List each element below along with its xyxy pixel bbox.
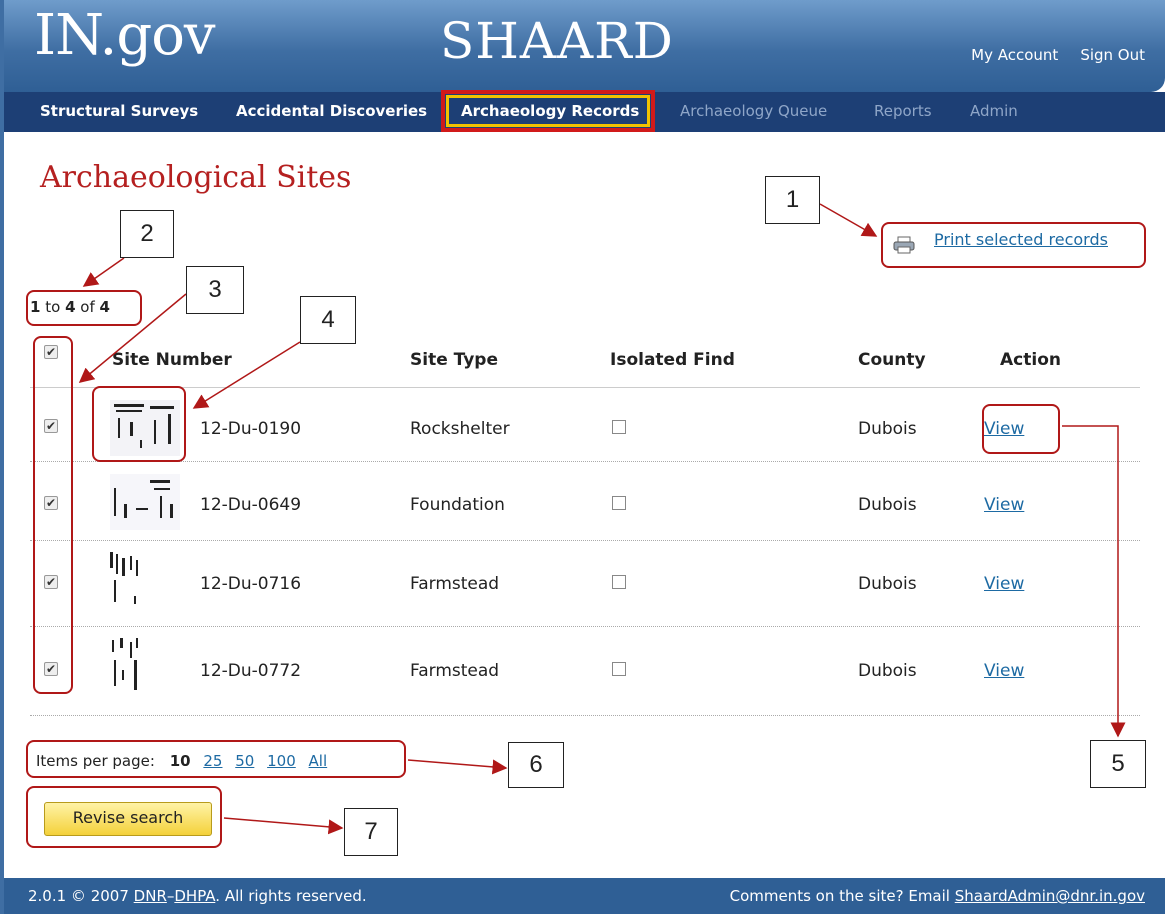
callout-7: 7 [344, 808, 398, 856]
footer-contact: Comments on the site? Email ShaardAdmin@… [730, 887, 1145, 905]
callout-6: 6 [508, 742, 564, 788]
footer: 2.0.1 © 2007 DNR–DHPA. All rights reserv… [4, 878, 1165, 914]
footer-dnr-link[interactable]: DNR [134, 887, 167, 905]
page: IN.gov SHAARD My Account Sign Out Struct… [0, 0, 1165, 914]
callout-3: 3 [186, 266, 244, 314]
callout-1: 1 [765, 176, 820, 224]
footer-rights: . All rights reserved. [215, 887, 367, 905]
footer-comments: Comments on the site? Email [729, 887, 950, 905]
callout-4: 4 [300, 296, 356, 344]
footer-email-link[interactable]: ShaardAdmin@dnr.in.gov [955, 887, 1145, 905]
callout-2: 2 [120, 210, 174, 258]
annotation-arrows [78, 203, 1126, 835]
callout-5: 5 [1090, 740, 1146, 788]
footer-copyright: 2.0.1 © 2007 DNR–DHPA. All rights reserv… [28, 887, 367, 905]
footer-dhpa-link[interactable]: DHPA [174, 887, 215, 905]
footer-version: 2.0.1 © 2007 [28, 887, 129, 905]
